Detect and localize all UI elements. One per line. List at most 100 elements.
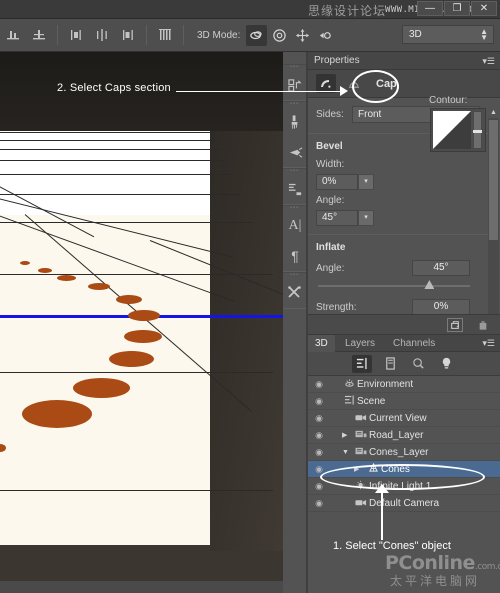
rotate-3d-icon[interactable] <box>246 25 267 46</box>
panel-menu-icon[interactable]: ▾☰ <box>482 338 495 349</box>
slide-3d-icon[interactable] <box>315 25 336 46</box>
distribute-left-icon[interactable] <box>65 24 87 46</box>
arrange-documents-icon[interactable] <box>283 70 307 100</box>
options-bar: 3D Mode: 3D ▲▼ <box>0 19 500 52</box>
grid-line <box>0 174 232 175</box>
tab-3d[interactable]: 3D <box>308 335 335 352</box>
annotation-step-2-arrowhead <box>340 86 348 96</box>
close-button[interactable]: ✕ <box>471 1 497 16</box>
properties-tab-bar: Properties ▾☰ <box>308 52 500 70</box>
annotation-step-1-line <box>381 492 383 540</box>
pconline-tld: .com.cn <box>475 562 500 572</box>
pconline-text: PConline <box>385 552 475 574</box>
annotation-ellipse-cap <box>352 70 399 103</box>
grid-line <box>0 132 215 133</box>
cone-marker <box>57 275 76 281</box>
align-left-icon[interactable] <box>2 24 24 46</box>
strength-row: Strength: 0% <box>308 291 500 315</box>
tab-properties[interactable]: Properties <box>314 55 360 66</box>
chevron-updown-icon: ▲▼ <box>480 29 488 41</box>
pconline-watermark-cn: 太平洋电脑网 <box>390 572 480 589</box>
mini-tool-group-1: ▪▪▪ <box>283 64 306 101</box>
inflate-angle-slider[interactable] <box>318 280 470 291</box>
filter-scene-icon[interactable] <box>352 355 372 373</box>
disclosure-triangle[interactable]: ▼ <box>342 449 353 456</box>
visibility-eye-icon[interactable]: ◉ <box>308 396 330 407</box>
group-icon <box>353 429 369 441</box>
contour-slider[interactable] <box>473 111 482 149</box>
cone-marker <box>128 310 160 321</box>
filter-material-icon[interactable] <box>408 355 428 373</box>
3d-material-drop-icon[interactable] <box>283 107 307 137</box>
type-icon[interactable]: A| <box>283 211 307 241</box>
disclosure-triangle[interactable]: ▶ <box>342 431 353 439</box>
roll-3d-icon[interactable] <box>269 25 290 46</box>
mode-label: 3D Mode: <box>197 30 240 41</box>
pan-3d-icon[interactable] <box>292 25 313 46</box>
inflate-angle-input[interactable]: 45° <box>412 260 470 276</box>
visibility-eye-icon[interactable]: ◉ <box>308 430 330 441</box>
cap-header: Cap <box>308 70 500 98</box>
tree-row-current-view[interactable]: ◉ Current View <box>308 410 500 427</box>
strength-input[interactable]: 0% <box>412 299 470 315</box>
tree-label: Current View <box>369 413 427 424</box>
inflate-angle-label: Angle: <box>316 263 344 274</box>
scroll-up-icon[interactable]: ▲ <box>488 108 499 118</box>
grid-line <box>0 194 240 195</box>
delete-icon[interactable] <box>475 318 491 332</box>
minimize-button[interactable]: — <box>417 1 443 16</box>
3d-filter-bar <box>308 352 500 376</box>
annotation-step-2-line <box>176 91 344 92</box>
slider-track <box>318 285 470 287</box>
mini-tool-group-3: ▪▪▪ <box>283 168 306 205</box>
scrollbar-thumb[interactable] <box>489 120 498 240</box>
contour-slider-knob[interactable] <box>473 130 482 133</box>
filter-mesh-icon[interactable] <box>380 355 400 373</box>
mini-tool-strip: ◂◂ ▪▪▪ ▪▪▪ ▪▪▪ ▪▪▪ A| ¶ ▪▪▪ <box>283 52 307 593</box>
new-3d-layer-icon[interactable] <box>447 318 463 332</box>
visibility-eye-icon[interactable]: ◉ <box>308 498 330 509</box>
align-center-icon[interactable] <box>28 24 50 46</box>
group-icon <box>353 446 369 458</box>
tab-layers[interactable]: Layers <box>338 335 382 352</box>
document-canvas[interactable] <box>0 52 283 593</box>
3d-scene-tree[interactable]: ◉ Environment ◉ Scene ◉ Current View <box>308 376 500 526</box>
grid-line <box>0 222 252 223</box>
tools-icon[interactable] <box>283 278 307 308</box>
tree-row-default-camera[interactable]: ◉ Default Camera <box>308 495 500 512</box>
3d-mesh-icon[interactable] <box>283 174 307 204</box>
width-spinner[interactable]: ▾ <box>358 174 374 190</box>
distribute-center-icon[interactable] <box>91 24 113 46</box>
visibility-eye-icon[interactable]: ◉ <box>308 413 330 424</box>
paragraph-icon[interactable]: ¶ <box>283 241 307 271</box>
3d-light-icon[interactable] <box>283 137 307 167</box>
distribute-right-icon[interactable] <box>117 24 139 46</box>
angle-spinner[interactable]: ▾ <box>358 210 374 226</box>
distribute-spacing-icon[interactable] <box>154 24 176 46</box>
contour-curve-preview <box>433 111 471 149</box>
width-input[interactable]: 0% <box>316 174 358 190</box>
cone-marker <box>38 268 52 273</box>
tab-channels[interactable]: Channels <box>386 335 442 352</box>
tree-row-scene[interactable]: ◉ Scene <box>308 393 500 410</box>
visibility-eye-icon[interactable]: ◉ <box>308 447 330 458</box>
tree-row-environment[interactable]: ◉ Environment <box>308 376 500 393</box>
grid-line <box>0 490 273 491</box>
contour-control[interactable]: Contour: <box>430 108 486 152</box>
maximize-button[interactable]: ❐ <box>444 1 470 16</box>
tree-row-road-layer[interactable]: ◉ ▶ Road_Layer <box>308 427 500 444</box>
tree-row-cones-layer[interactable]: ◉ ▼ Cones_Layer <box>308 444 500 461</box>
toolbar-divider-1 <box>57 25 58 45</box>
panel-menu-icon[interactable]: ▾☰ <box>482 56 495 67</box>
sides-label: Sides: <box>316 109 352 120</box>
angle-input[interactable]: 45° <box>316 210 358 226</box>
bevel-width-row: Width: 0%▾ <box>308 154 500 190</box>
visibility-eye-icon[interactable]: ◉ <box>308 379 330 390</box>
annotation-step-2: 2. Select Caps section <box>57 82 171 94</box>
filter-light-icon[interactable] <box>436 355 456 373</box>
preset-value: 3D <box>409 29 422 40</box>
environment-icon <box>341 378 357 390</box>
3d-preset-select[interactable]: 3D ▲▼ <box>402 25 494 44</box>
grid-line <box>0 140 218 141</box>
properties-scrollbar[interactable]: ▲ ▼ <box>488 118 499 316</box>
